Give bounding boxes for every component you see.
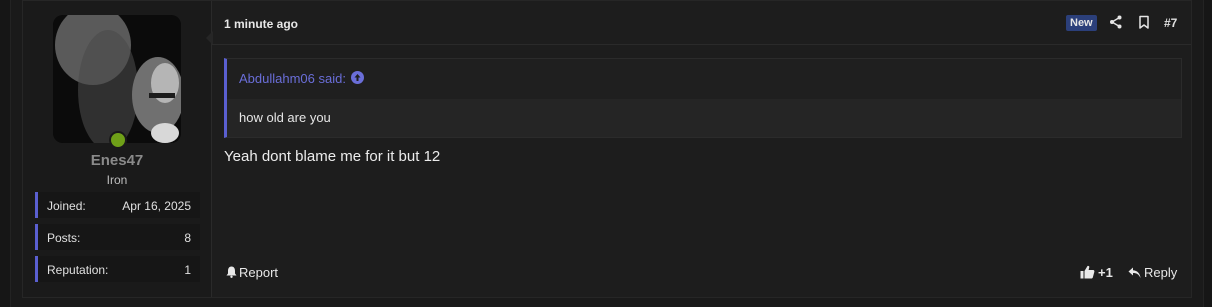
quote-text: how old are you: [239, 110, 331, 125]
share-icon[interactable]: [1109, 15, 1123, 29]
report-button[interactable]: Report: [226, 265, 278, 280]
stat-value: 8: [184, 231, 191, 245]
stat-label: Joined:: [47, 199, 86, 213]
post-footer: Report +1 Reply: [212, 263, 1191, 283]
stat-label: Reputation:: [47, 263, 109, 277]
username[interactable]: Enes47: [23, 152, 211, 169]
stat-label: Posts:: [47, 231, 81, 245]
stat-reputation: Reputation: 1: [35, 256, 200, 282]
post-number-link[interactable]: #7: [1164, 16, 1177, 30]
bell-icon: [226, 266, 237, 278]
new-badge: New: [1066, 15, 1097, 31]
quote-block: Abdullahm06 said: how old are you: [224, 58, 1182, 138]
quote-content: how old are you: [227, 99, 1181, 137]
post-main: 1 minute ago New #7 Abdullahm06 said: ho…: [212, 1, 1191, 297]
like-button[interactable]: +1: [1080, 265, 1113, 280]
quote-author-link[interactable]: Abdullahm06 said:: [239, 71, 346, 86]
arrow-up-circle-icon[interactable]: [351, 71, 364, 84]
stat-value: 1: [184, 263, 191, 277]
stat-joined: Joined: Apr 16, 2025: [35, 192, 200, 218]
avatar[interactable]: [53, 15, 181, 143]
bookmark-icon[interactable]: [1137, 15, 1151, 29]
post-timestamp[interactable]: 1 minute ago: [224, 17, 298, 31]
forum-post: Enes47 Iron Joined: Apr 16, 2025 Posts: …: [22, 0, 1192, 298]
reply-label: Reply: [1144, 265, 1178, 280]
report-label: Report: [239, 265, 279, 280]
thumbs-up-icon: [1080, 265, 1095, 279]
user-title: Iron: [106, 173, 128, 187]
stat-posts: Posts: 8: [35, 224, 200, 250]
stat-value: Apr 16, 2025: [122, 199, 191, 213]
like-count: +1: [1098, 265, 1113, 280]
user-panel: Enes47 Iron Joined: Apr 16, 2025 Posts: …: [23, 1, 212, 297]
header-divider: [212, 44, 1191, 45]
post-message: Yeah dont blame me for it but 12: [224, 148, 441, 165]
online-status-indicator: [109, 131, 127, 149]
reply-button[interactable]: Reply: [1128, 265, 1177, 280]
avatar-image: [53, 15, 181, 143]
reply-icon: [1128, 267, 1141, 278]
